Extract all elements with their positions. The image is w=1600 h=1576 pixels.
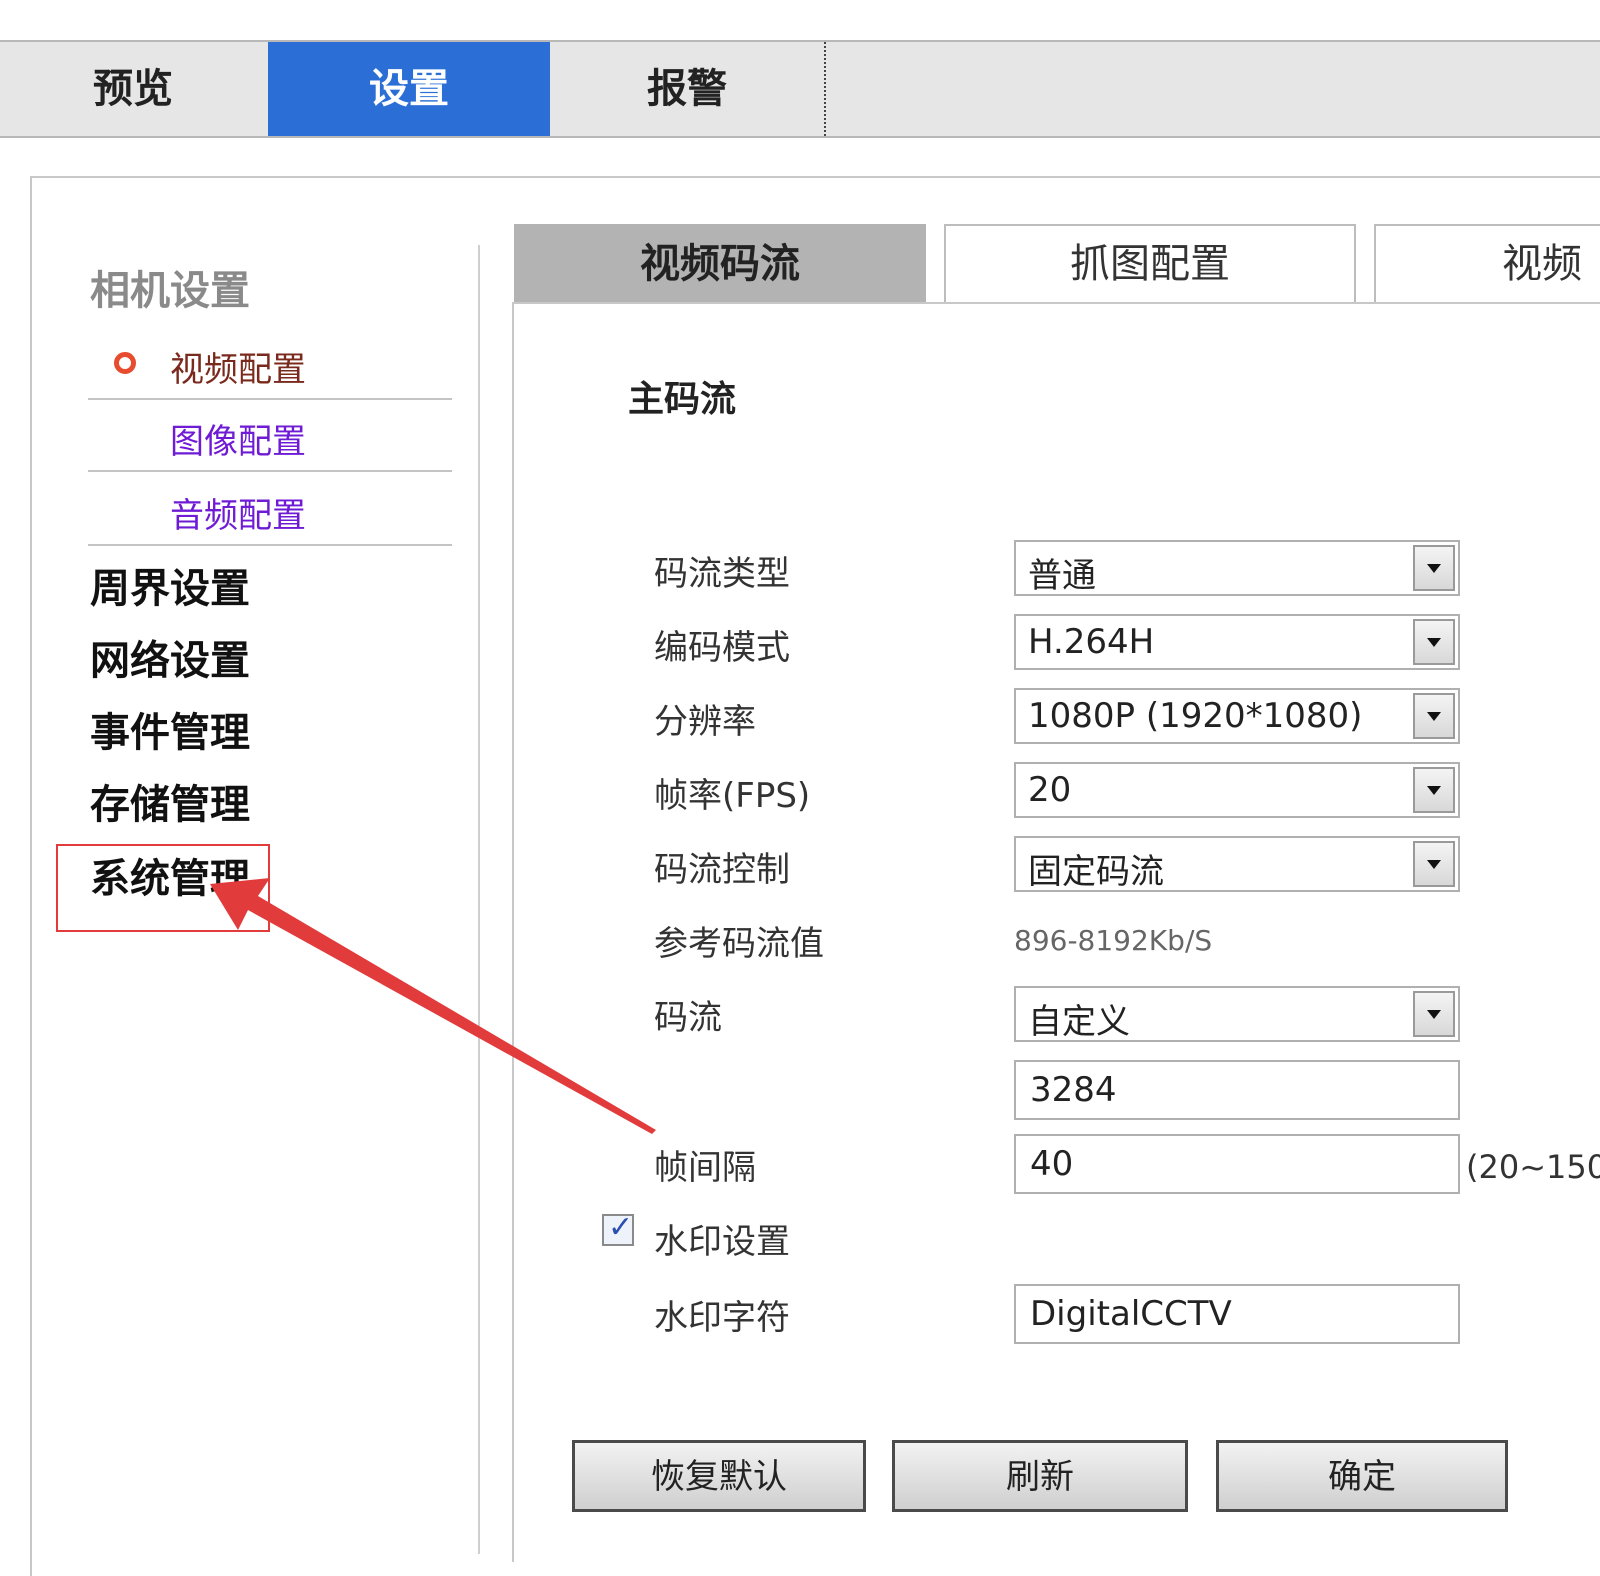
annotation-arrow-icon bbox=[210, 878, 656, 1134]
annotation-arrow-shape bbox=[210, 878, 656, 1134]
